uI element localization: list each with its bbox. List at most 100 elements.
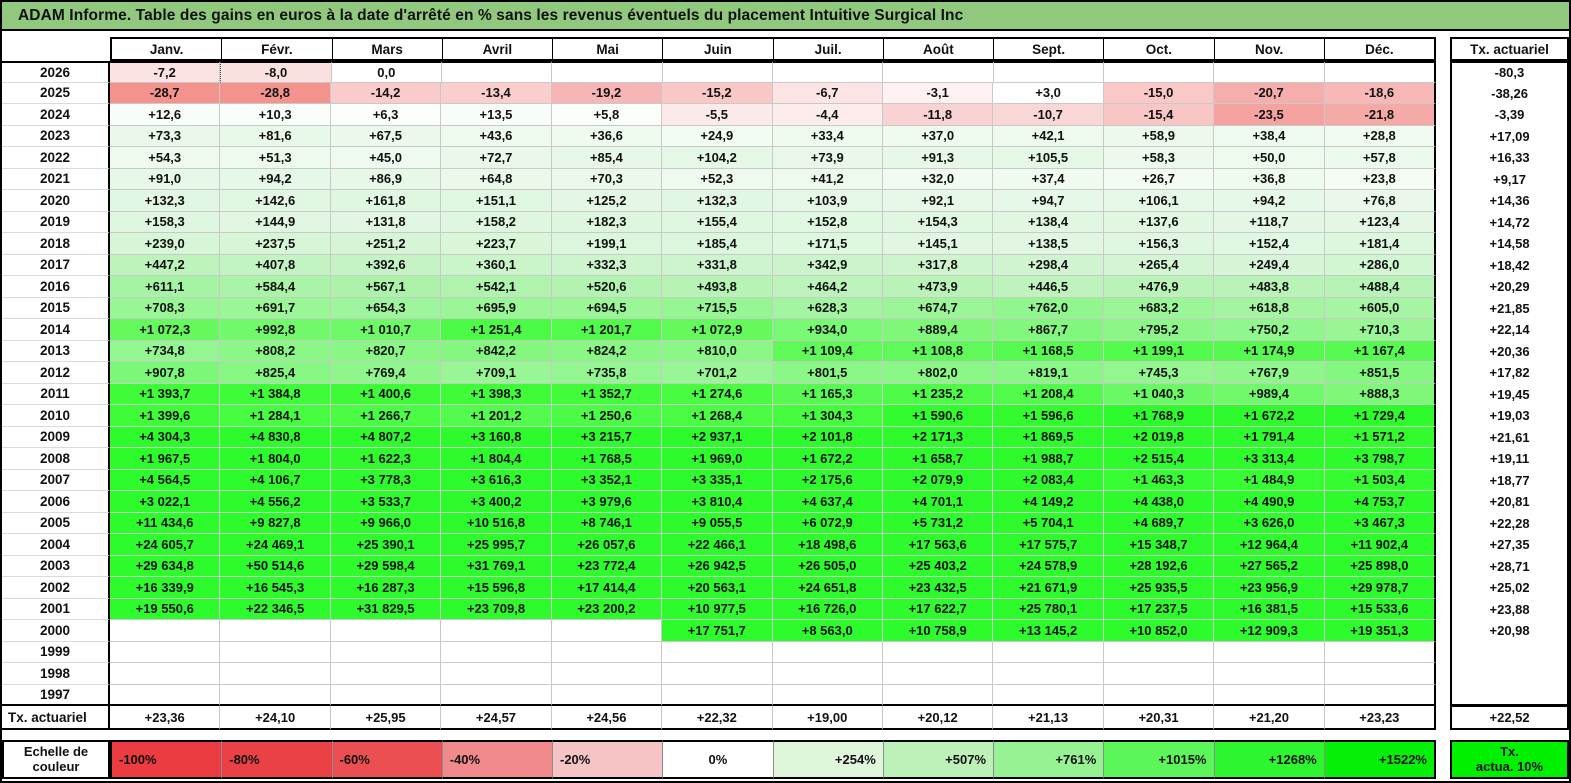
cell-2002-m2[interactable]: +16 545,3 [220,577,331,599]
cell-2009-m5[interactable]: +3 215,7 [551,426,663,448]
cell-2024-m5[interactable]: +5,8 [551,104,663,126]
cell-2025-m10[interactable]: -15,0 [1103,82,1215,104]
cell-2024-m6[interactable]: -5,5 [662,104,773,126]
cell-2023-m5[interactable]: +36,6 [551,125,663,147]
cell-1997-m4[interactable] [441,684,552,706]
cell-2010-m12[interactable]: +1 729,4 [1324,405,1437,427]
cell-2013-m3[interactable]: +820,7 [330,340,442,362]
cell-2020-m9[interactable]: +94,7 [993,190,1104,212]
footer-cell-m4[interactable]: +24,57 [441,706,552,730]
cell-2007-m8[interactable]: +2 079,9 [882,469,994,491]
cell-2007-m11[interactable]: +1 484,9 [1214,469,1325,491]
cell-2007-m2[interactable]: +4 106,7 [220,469,331,491]
cell-2019-m12[interactable]: +123,4 [1324,211,1437,233]
cell-2026-m3[interactable]: 0,0 [331,61,442,83]
cell-2000-m4[interactable] [441,620,552,642]
cell-1998-m5[interactable] [551,663,663,685]
cell-2007-m4[interactable]: +3 616,3 [441,469,552,491]
cell-2002-m5[interactable]: +17 414,4 [551,577,663,599]
cell-2002-m7[interactable]: +24 651,8 [772,577,883,599]
cell-2022-m3[interactable]: +45,0 [330,147,442,169]
cell-2017-m4[interactable]: +360,1 [441,254,552,276]
cell-2012-m9[interactable]: +819,1 [993,362,1104,384]
cell-2009-m6[interactable]: +2 937,1 [662,426,773,448]
cell-2025-m8[interactable]: -3,1 [882,82,994,104]
cell-2025-m9[interactable]: +3,0 [993,82,1104,104]
cell-1997-m10[interactable] [1103,684,1215,706]
cell-2008-m3[interactable]: +1 622,3 [330,448,442,470]
cell-2006-m5[interactable]: +3 979,6 [551,491,663,513]
cell-2002-m4[interactable]: +15 596,8 [441,577,552,599]
cell-2005-m4[interactable]: +10 516,8 [441,512,552,534]
cell-2014-m12[interactable]: +710,3 [1324,319,1437,341]
cell-2009-m11[interactable]: +1 791,4 [1214,426,1325,448]
cell-2006-m6[interactable]: +3 810,4 [662,491,773,513]
cell-1998-m4[interactable] [441,663,552,685]
cell-2014-m6[interactable]: +1 072,9 [662,319,773,341]
cell-2001-m1[interactable]: +19 550,6 [110,598,221,620]
cell-2011-m9[interactable]: +1 208,4 [993,383,1104,405]
cell-2021-tx-actuariel[interactable]: +9,17 [1450,168,1569,190]
cell-2008-m2[interactable]: +1 804,0 [220,448,331,470]
cell-2007-m7[interactable]: +2 175,6 [772,469,883,491]
cell-2026-m2[interactable]: -8,0 [220,61,332,83]
cell-2024-tx-actuariel[interactable]: -3,39 [1450,104,1569,126]
cell-2021-m3[interactable]: +86,9 [330,168,442,190]
cell-2026-m6[interactable] [662,61,773,83]
cell-2010-m2[interactable]: +1 284,1 [220,405,331,427]
cell-2022-m10[interactable]: +58,3 [1103,147,1215,169]
cell-2004-m8[interactable]: +17 563,6 [882,534,994,556]
cell-2018-m9[interactable]: +138,5 [993,233,1104,255]
cell-1998-m1[interactable] [110,663,221,685]
cell-2006-m3[interactable]: +3 533,7 [330,491,442,513]
cell-2018-m10[interactable]: +156,3 [1103,233,1215,255]
cell-1998-m11[interactable] [1214,663,1325,685]
cell-2001-m9[interactable]: +25 780,1 [993,598,1104,620]
cell-2021-m4[interactable]: +64,8 [441,168,552,190]
cell-2016-tx-actuariel[interactable]: +20,29 [1450,276,1569,298]
cell-2018-m12[interactable]: +181,4 [1324,233,1437,255]
footer-cell-m12[interactable]: +23,23 [1324,706,1437,730]
cell-2018-m6[interactable]: +185,4 [662,233,773,255]
cell-1998-m10[interactable] [1103,663,1215,685]
cell-2000-m6[interactable]: +17 751,7 [662,620,773,642]
cell-2021-m6[interactable]: +52,3 [662,168,773,190]
cell-2005-m3[interactable]: +9 966,0 [330,512,442,534]
cell-2022-tx-actuariel[interactable]: +16,33 [1450,147,1569,169]
cell-2003-m4[interactable]: +31 769,1 [441,555,552,577]
cell-2018-m4[interactable]: +223,7 [441,233,552,255]
cell-2014-m10[interactable]: +795,2 [1103,319,1215,341]
cell-2015-m10[interactable]: +683,2 [1103,297,1215,319]
cell-2005-m7[interactable]: +6 072,9 [772,512,883,534]
cell-2011-tx-actuariel[interactable]: +19,45 [1450,383,1569,405]
cell-2011-m11[interactable]: +989,4 [1214,383,1325,405]
cell-2019-m7[interactable]: +152,8 [772,211,883,233]
cell-2003-m11[interactable]: +27 565,2 [1214,555,1325,577]
cell-2006-m8[interactable]: +4 701,1 [882,491,994,513]
cell-2011-m1[interactable]: +1 393,7 [110,383,221,405]
cell-2026-m7[interactable] [772,61,884,83]
cell-2009-m9[interactable]: +1 869,5 [993,426,1104,448]
cell-2024-m2[interactable]: +10,3 [220,104,331,126]
cell-1999-m6[interactable] [662,641,773,663]
cell-2010-m4[interactable]: +1 201,2 [441,405,552,427]
cell-2016-m2[interactable]: +584,4 [220,276,331,298]
cell-2008-m4[interactable]: +1 804,4 [441,448,552,470]
cell-2004-m1[interactable]: +24 605,7 [110,534,221,556]
cell-2005-m12[interactable]: +3 467,3 [1324,512,1437,534]
cell-2012-m6[interactable]: +701,2 [662,362,773,384]
cell-2024-m4[interactable]: +13,5 [441,104,552,126]
cell-1998-tx-actuariel[interactable] [1450,663,1569,685]
cell-2025-m2[interactable]: -28,8 [220,82,331,104]
cell-2002-m6[interactable]: +20 563,1 [662,577,773,599]
cell-2025-m11[interactable]: -20,7 [1214,82,1325,104]
cell-1999-m7[interactable] [772,641,883,663]
cell-2007-m6[interactable]: +3 335,1 [662,469,773,491]
cell-2016-m5[interactable]: +520,6 [551,276,663,298]
cell-1998-m12[interactable] [1324,663,1437,685]
cell-2019-m6[interactable]: +155,4 [662,211,773,233]
cell-2000-m9[interactable]: +13 145,2 [993,620,1104,642]
cell-2003-tx-actuariel[interactable]: +28,71 [1450,555,1569,577]
cell-2010-m7[interactable]: +1 304,3 [772,405,883,427]
cell-2019-m11[interactable]: +118,7 [1214,211,1325,233]
